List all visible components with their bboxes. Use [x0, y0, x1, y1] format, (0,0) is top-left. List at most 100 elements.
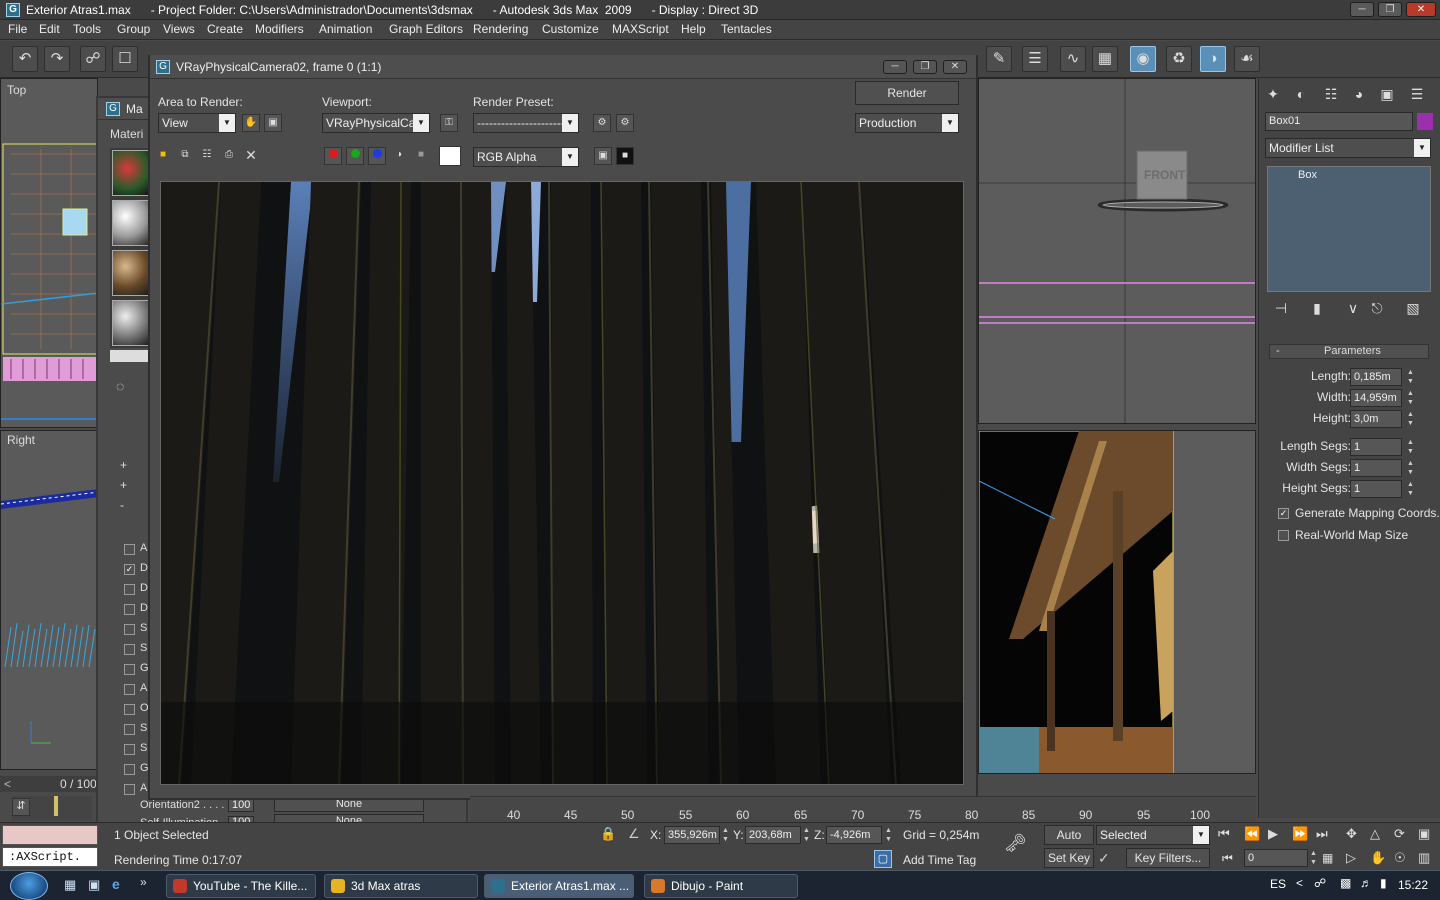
area-to-render-dropdown[interactable]: View ▼	[158, 113, 236, 133]
current-frame-field[interactable]: 0	[1244, 849, 1308, 867]
viewport-camera[interactable]	[978, 430, 1256, 774]
zoom-extents-icon[interactable]: ▣	[1418, 826, 1430, 842]
parameters-rollout-header[interactable]: - Parameters	[1269, 344, 1429, 359]
map-row-checkbox[interactable]	[124, 704, 135, 715]
tray-app-icon[interactable]: ▩	[1340, 876, 1351, 890]
auto-key-button[interactable]: Auto Key	[1044, 825, 1094, 860]
language-indicator[interactable]: ES	[1270, 877, 1286, 891]
menu-customize[interactable]: Customize	[542, 22, 599, 36]
battery-icon[interactable]: ▮	[1380, 876, 1387, 890]
save-image-icon[interactable]: ■	[154, 147, 172, 165]
channel-dropdown[interactable]: RGB Alpha ▼	[473, 147, 579, 167]
key-mode-toggle-icon[interactable]: ⏮	[1222, 851, 1233, 866]
material-editor-icon[interactable]: ◉	[1130, 46, 1156, 72]
quick-render-icon[interactable]: ☙	[1234, 46, 1260, 72]
gen-mapping-checkbox[interactable]: ✓	[1278, 508, 1289, 519]
param-length-spinner[interactable]: ▲ ▼	[1407, 368, 1414, 386]
select-link-icon[interactable]: ☍	[80, 46, 106, 72]
schematic-view-icon[interactable]: ▦	[1092, 46, 1118, 72]
menu-edit[interactable]: Edit	[39, 22, 60, 36]
modify-tab-icon[interactable]: ◐	[1291, 84, 1311, 104]
param-height-segs-field[interactable]: 1	[1350, 480, 1402, 498]
render-frame-icon[interactable]: ◑	[1200, 46, 1226, 72]
menu-group[interactable]: Group	[117, 22, 150, 36]
task-youtube[interactable]: YouTube - The Kille...	[166, 874, 316, 898]
render-frame-close-button[interactable]: ✕	[943, 60, 967, 74]
previous-frame-icon[interactable]: ⏪	[1244, 826, 1260, 842]
render-setup-icon[interactable]: ♻	[1166, 46, 1192, 72]
menu-help[interactable]: Help	[681, 22, 706, 36]
param-width-segs-spinner[interactable]: ▲ ▼	[1407, 459, 1414, 477]
material-editor-menu[interactable]: Materi	[110, 127, 143, 141]
map-row-checkbox[interactable]	[124, 604, 135, 615]
color-swatch[interactable]	[439, 146, 461, 166]
network-icon[interactable]: ☍	[1314, 876, 1326, 890]
selection-lock-icon[interactable]: 🔒	[600, 826, 616, 842]
get-material-icon[interactable]: ◌	[116, 378, 124, 394]
current-frame-spinner[interactable]: ▲ ▼	[1310, 849, 1317, 867]
zoom-icon[interactable]: ✥	[1346, 826, 1357, 842]
param-length-segs-field[interactable]: 1	[1350, 438, 1402, 456]
param-height-field[interactable]: 3,0m	[1350, 410, 1402, 428]
expand-rollout-1[interactable]: +	[120, 458, 127, 472]
modifier-stack[interactable]: Box	[1267, 166, 1431, 292]
display-fill-icon[interactable]: ■	[616, 147, 634, 165]
viewport-dropdown[interactable]: VRayPhysicalCam ▼	[322, 113, 430, 133]
alpha-channel-icon[interactable]: ◑	[390, 147, 408, 165]
pan-icon[interactable]: ✋	[242, 114, 260, 132]
menu-graph-editors[interactable]: Graph Editors	[389, 22, 463, 36]
clone-frame-icon[interactable]: ☷	[198, 147, 216, 165]
motion-tab-icon[interactable]: ◕	[1349, 84, 1369, 104]
param-length-field[interactable]: 0,185m	[1350, 368, 1402, 386]
task-paint[interactable]: Dibujo - Paint	[644, 874, 798, 898]
menu-create[interactable]: Create	[207, 22, 243, 36]
orientation-amount[interactable]: 100	[228, 798, 254, 812]
start-button[interactable]	[10, 872, 48, 900]
x-coordinate-field[interactable]: 355,926m	[664, 826, 720, 844]
sample-slot-1[interactable]	[112, 150, 150, 196]
copy-image-icon[interactable]: ⧉	[176, 147, 194, 165]
menu-animation[interactable]: Animation	[319, 22, 372, 36]
object-color-swatch[interactable]	[1417, 113, 1433, 130]
set-key-button[interactable]: Set Key	[1044, 848, 1094, 868]
pan-view-icon[interactable]: ✋	[1370, 850, 1386, 866]
param-width-field[interactable]: 14,959m	[1350, 389, 1402, 407]
menu-maxscript[interactable]: MAXScript	[612, 22, 669, 36]
set-key-icon[interactable]: 🗝	[1004, 833, 1034, 859]
param-width-segs-field[interactable]: 1	[1350, 459, 1402, 477]
remove-modifier-icon[interactable]: ⎋	[1367, 298, 1387, 318]
configure-modifier-icon[interactable]: ▧	[1403, 298, 1423, 318]
go-to-end-icon[interactable]: ⏭	[1316, 826, 1328, 842]
task-folder[interactable]: 3d Max atras	[324, 874, 478, 898]
sample-slot-3[interactable]	[112, 250, 150, 296]
add-time-tag[interactable]: Add Time Tag	[903, 853, 976, 867]
close-button[interactable]: ✕	[1406, 2, 1436, 17]
z-coordinate-field[interactable]: -4,926m	[826, 826, 882, 844]
menu-tentacles[interactable]: Tentacles	[721, 22, 772, 36]
clear-image-icon[interactable]: ✕	[242, 147, 260, 165]
menu-views[interactable]: Views	[163, 22, 195, 36]
field-of-view-icon[interactable]: ▷	[1346, 850, 1356, 866]
utilities-tab-icon[interactable]: ☰	[1407, 84, 1427, 104]
map-row-checkbox[interactable]	[124, 684, 135, 695]
arc-rotate-icon[interactable]: ☉	[1394, 850, 1406, 866]
key-filters-button[interactable]: Key Filters...	[1126, 848, 1210, 868]
map-row-checkbox[interactable]	[124, 664, 135, 675]
map-row-checkbox[interactable]: ✓	[124, 564, 135, 575]
y-spinner[interactable]: ▲ ▼	[803, 826, 810, 844]
red-channel-icon[interactable]	[324, 147, 342, 165]
mini-curve-editor-icon[interactable]: ⇵	[12, 798, 30, 816]
time-slider-handle[interactable]	[54, 796, 58, 816]
viewcube-front-label[interactable]: FRONT	[1144, 168, 1185, 182]
z-spinner[interactable]: ▲ ▼	[885, 826, 892, 844]
show-desktop-icon[interactable]: ▦	[64, 877, 76, 893]
time-config-icon[interactable]: ▦	[1322, 851, 1333, 865]
go-to-start-icon[interactable]: ⏮	[1218, 826, 1230, 842]
mono-channel-icon[interactable]: ■	[412, 147, 430, 165]
render-button[interactable]: Render	[855, 81, 959, 105]
param-width-spinner[interactable]: ▲ ▼	[1407, 389, 1414, 407]
production-dropdown[interactable]: Production ▼	[855, 113, 959, 133]
sample-slot-2[interactable]	[112, 200, 150, 246]
render-frame-maximize-button[interactable]: ❐	[913, 60, 937, 74]
make-unique-icon[interactable]: ∨	[1343, 298, 1363, 318]
